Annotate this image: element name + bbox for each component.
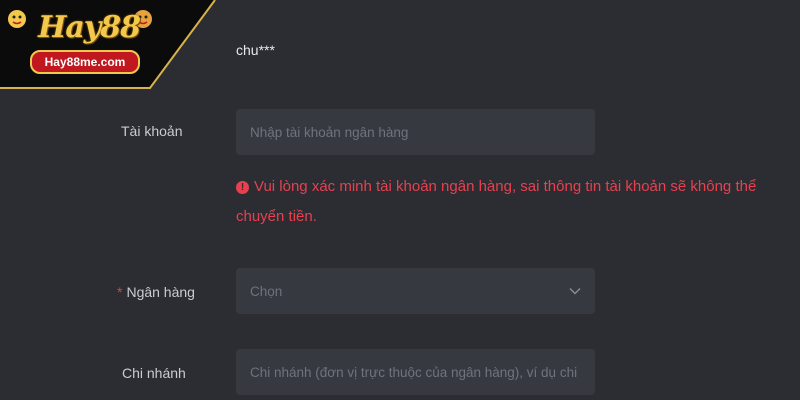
account-input[interactable]: Nhập tài khoản ngân hàng	[236, 109, 595, 155]
logo-badge: Hay88me.com	[30, 50, 140, 74]
bank-label-text: Ngân hàng	[126, 284, 195, 300]
branch-label: Chi nhánh	[122, 365, 186, 381]
logo-title: Hay88	[38, 10, 141, 45]
branch-input-placeholder: Chi nhánh (đơn vị trực thuộc của ngân hà…	[250, 364, 581, 380]
mascot-left-icon	[8, 10, 26, 28]
required-mark: *	[117, 284, 123, 300]
bank-select-placeholder: Chọn	[250, 283, 283, 299]
branch-input[interactable]: Chi nhánh (đơn vị trực thuộc của ngân hà…	[236, 349, 595, 395]
username-value: chu***	[236, 42, 275, 58]
account-label: Tài khoản	[121, 123, 183, 139]
error-text: Vui lòng xác minh tài khoản ngân hàng, s…	[236, 178, 757, 225]
brand-logo[interactable]: Hay88 Hay88me.com	[0, 0, 215, 88]
account-error-message: ! Vui lòng xác minh tài khoản ngân hàng, …	[236, 172, 776, 232]
bank-select[interactable]: Chọn	[236, 268, 595, 314]
bank-label: * Ngân hàng	[117, 284, 195, 300]
account-input-placeholder: Nhập tài khoản ngân hàng	[250, 124, 409, 140]
alert-circle-icon: !	[236, 181, 249, 194]
chevron-down-icon	[569, 288, 581, 295]
